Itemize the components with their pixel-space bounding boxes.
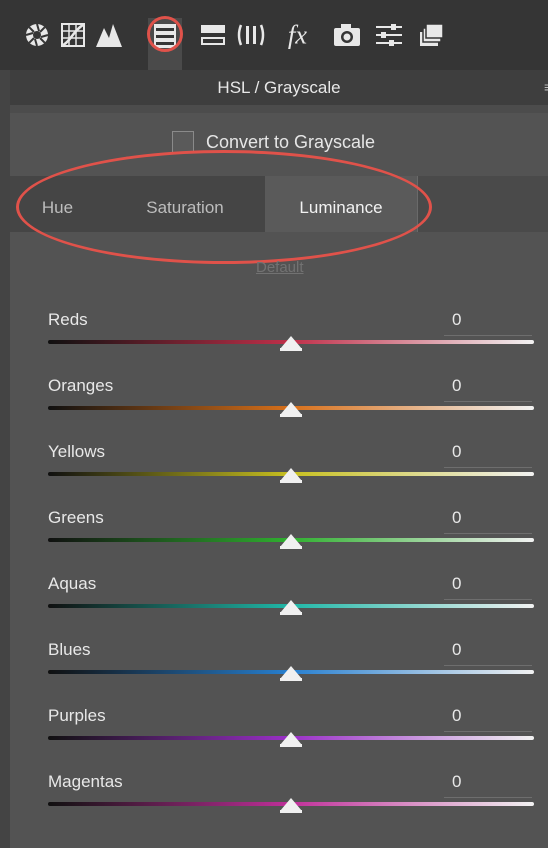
slider-label: Oranges	[48, 376, 114, 395]
panel-top-shade	[10, 105, 548, 113]
tab-luminance[interactable]: Luminance	[265, 176, 417, 232]
slider-value-field[interactable]: 0	[444, 706, 532, 732]
slider-row-magentas: Magentas 0	[48, 772, 534, 822]
lens-corrections-icon[interactable]	[234, 18, 268, 52]
slider-value-field[interactable]: 0	[444, 508, 532, 534]
convert-grayscale-row[interactable]: Convert to Grayscale	[172, 128, 375, 156]
slider-value-field[interactable]: 0	[444, 640, 532, 666]
panel-menu-icon[interactable]: ≡	[544, 78, 548, 96]
slider-value-field[interactable]: 0	[444, 310, 532, 336]
panel-toolbar: fx	[0, 0, 548, 70]
tab-saturation[interactable]: Saturation	[105, 176, 265, 232]
slider-label: Blues	[48, 640, 91, 659]
tab-empty	[417, 176, 548, 232]
slider-row-oranges: Oranges 0	[48, 376, 534, 426]
basic-icon[interactable]	[20, 18, 54, 52]
slider-row-reds: Reds 0	[48, 310, 534, 360]
slider-thumb-base	[280, 678, 302, 681]
presets-icon[interactable]	[372, 18, 406, 52]
slider-row-yellows: Yellows 0	[48, 442, 534, 492]
slider-thumb-base	[280, 480, 302, 483]
slider-thumb-base	[280, 744, 302, 747]
snapshots-icon[interactable]	[414, 18, 448, 52]
tone-curve-icon[interactable]	[56, 18, 90, 52]
svg-text:fx: fx	[288, 20, 307, 50]
slider-label: Yellows	[48, 442, 106, 461]
hsl-grayscale-icon[interactable]	[148, 18, 182, 70]
slider-label: Aquas	[48, 574, 97, 593]
slider-row-aquas: Aquas 0	[48, 574, 534, 624]
tab-divider	[417, 176, 418, 232]
slider-thumb-base	[280, 810, 302, 813]
slider-label: Purples	[48, 706, 106, 725]
slider-value-field[interactable]: 0	[444, 574, 532, 600]
camera-calibration-icon[interactable]	[330, 18, 364, 52]
panel-title: HSL / Grayscale	[10, 70, 548, 105]
hsl-tab-bar: Hue Saturation Luminance	[10, 176, 548, 232]
split-toning-icon[interactable]	[196, 18, 230, 52]
convert-grayscale-label: Convert to Grayscale	[206, 131, 376, 152]
slider-value-field[interactable]: 0	[444, 442, 532, 468]
slider-thumb-base	[280, 612, 302, 615]
slider-row-purples: Purples 0	[48, 706, 534, 756]
slider-value-field[interactable]: 0	[444, 376, 532, 402]
slider-thumb-base	[280, 414, 302, 417]
convert-grayscale-checkbox[interactable]	[172, 131, 194, 153]
slider-row-blues: Blues 0	[48, 640, 534, 690]
slider-thumb-base	[280, 348, 302, 351]
panel-left-edge	[0, 70, 10, 848]
detail-icon[interactable]	[92, 18, 126, 52]
tab-hue[interactable]: Hue	[10, 176, 105, 232]
slider-label: Reds	[48, 310, 88, 329]
slider-label: Magentas	[48, 772, 123, 791]
slider-row-greens: Greens 0	[48, 508, 534, 558]
effects-fx-icon[interactable]: fx	[286, 18, 320, 52]
default-link[interactable]: Default	[256, 259, 304, 276]
slider-label: Greens	[48, 508, 104, 527]
slider-value-field[interactable]: 0	[444, 772, 532, 798]
slider-thumb-base	[280, 546, 302, 549]
